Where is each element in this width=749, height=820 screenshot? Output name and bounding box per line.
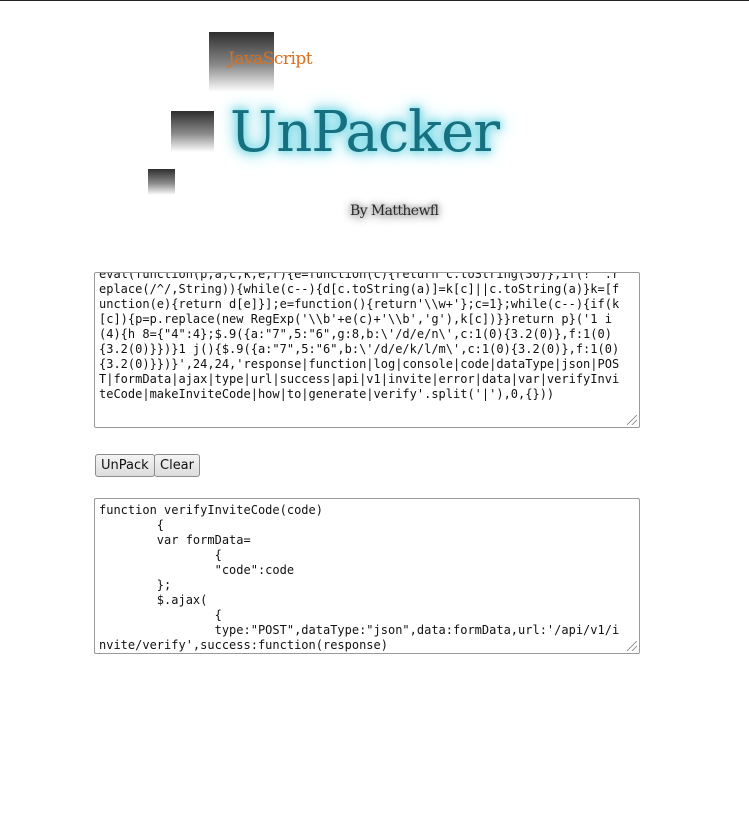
clear-button[interactable]: Clear [154, 454, 200, 477]
resize-grip-icon[interactable] [627, 415, 637, 425]
page-title: UnPacker [230, 100, 500, 165]
author-byline: By Matthewfl [350, 203, 439, 219]
resize-grip-icon[interactable] [627, 641, 637, 651]
top-border [0, 0, 749, 1]
brand-label: JavaScript [228, 49, 313, 69]
packed-code-textarea[interactable]: eval(function(p,a,c,k,e,r){e=function(c)… [94, 272, 640, 428]
unpack-button[interactable]: UnPack [95, 454, 155, 477]
unpacked-code-text: function verifyInviteCode(code) { var fo… [99, 503, 620, 652]
logo-square-medium [171, 111, 214, 152]
unpacked-code-textarea[interactable]: function verifyInviteCode(code) { var fo… [94, 498, 640, 654]
logo-square-small [148, 169, 175, 195]
packed-code-text: eval(function(p,a,c,k,e,r){e=function(c)… [99, 272, 620, 401]
